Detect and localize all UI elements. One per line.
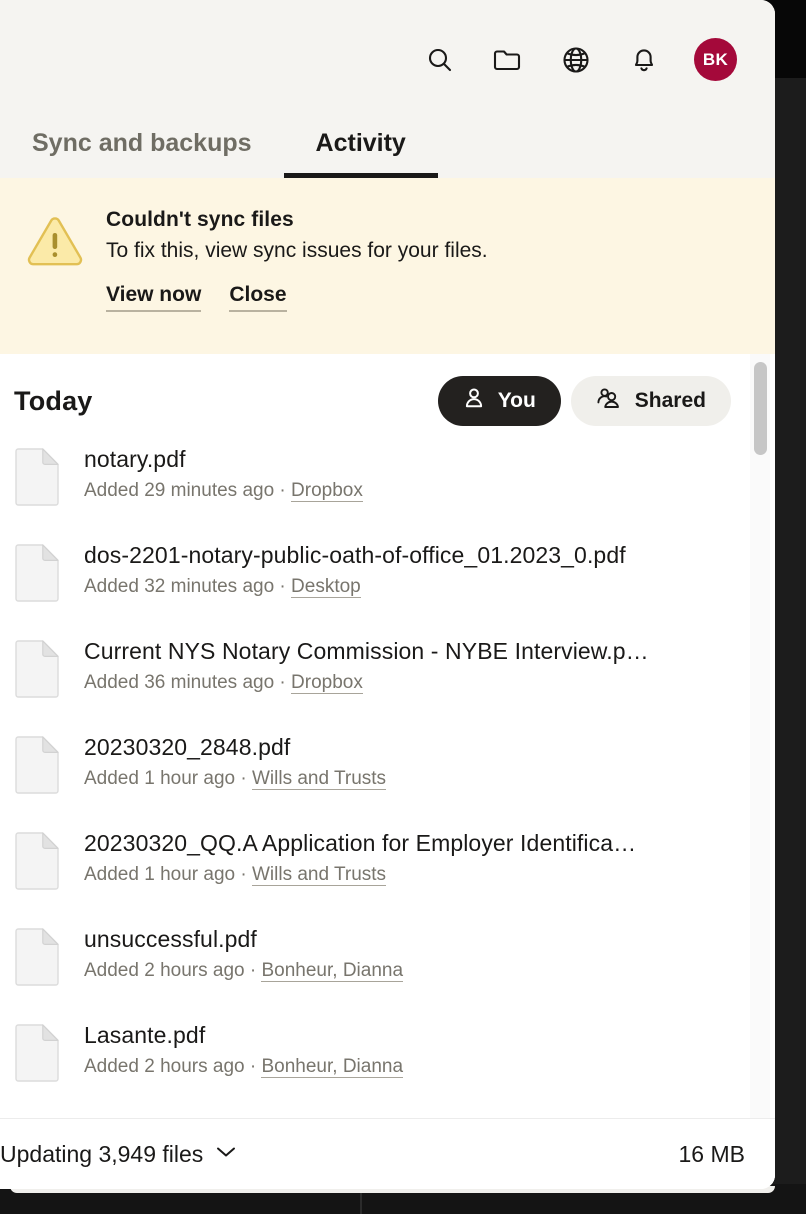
file-activity-info: 20230320_QQ.A Application for Employer I…: [84, 824, 636, 886]
people-icon: [596, 387, 622, 415]
file-document-icon: [14, 1024, 60, 1087]
banner-body: Couldn't sync files To fix this, view sy…: [106, 206, 488, 312]
banner-description: To fix this, view sync issues for your f…: [106, 239, 488, 262]
file-document-icon: [14, 736, 60, 799]
file-meta-separator: ·: [274, 576, 292, 597]
file-activity-row[interactable]: unsuccessful.pdf Added 2 hours ago · Bonh…: [14, 920, 775, 1016]
status-transfer-size: 16 MB: [678, 1140, 745, 1167]
globe-icon[interactable]: [561, 45, 591, 75]
activity-section: Today You Shared notary.pdf Added 29 min…: [0, 354, 775, 1184]
file-name: notary.pdf: [84, 446, 186, 472]
view-now-link[interactable]: View now: [106, 283, 202, 312]
activity-scrollbar-thumb[interactable]: [754, 362, 767, 455]
file-location-link[interactable]: Wills and Trusts: [251, 864, 387, 886]
file-meta-separator: ·: [274, 480, 292, 501]
file-activity-row[interactable]: 20230320_QQ.A Application for Employer I…: [14, 824, 775, 920]
file-meta: Added 1 hour ago · Wills and Trusts: [84, 768, 387, 790]
file-name: 20230320_2848.pdf: [84, 734, 291, 760]
file-document-icon: [14, 928, 60, 991]
file-meta: Added 32 minutes ago · Desktop: [84, 576, 626, 598]
file-added-time: Added 1 hour ago: [84, 768, 236, 789]
filter-you-label: You: [497, 389, 536, 412]
file-name: dos-2201-notary-public-oath-of-office_01…: [84, 542, 626, 568]
file-meta: Added 36 minutes ago · Dropbox: [84, 672, 649, 694]
file-activity-info: 20230320_2848.pdf Added 1 hour ago · Will…: [84, 728, 387, 790]
tab-sync-and-backups-label: Sync and backups: [32, 129, 252, 157]
chevron-down-icon[interactable]: [215, 1145, 237, 1164]
activity-filter-group: You Shared: [437, 376, 731, 426]
tab-activity-label: Activity: [315, 129, 406, 157]
file-activity-info: Lasante.pdf Added 2 hours ago · Bonheur, …: [84, 1016, 404, 1078]
file-activity-row[interactable]: Current NYS Notary Commission - NYBE Int…: [14, 632, 775, 728]
file-activity-info: Current NYS Notary Commission - NYBE Int…: [84, 632, 649, 694]
person-icon: [463, 387, 485, 415]
sync-error-banner: Couldn't sync files To fix this, view sy…: [0, 178, 775, 354]
banner-title: Couldn't sync files: [106, 208, 294, 231]
file-name: Current NYS Notary Commission - NYBE Int…: [84, 638, 649, 664]
file-meta: Added 2 hours ago · Bonheur, Dianna: [84, 1056, 404, 1078]
close-banner-link[interactable]: Close: [229, 283, 287, 312]
file-meta-separator: ·: [235, 864, 252, 885]
file-added-time: Added 1 hour ago: [84, 864, 236, 885]
folder-icon[interactable]: [493, 45, 523, 75]
file-added-time: Added 2 hours ago: [84, 1056, 245, 1077]
avatar-initials: BK: [702, 49, 729, 69]
avatar[interactable]: BK: [694, 38, 737, 81]
banner-actions: View now Close: [106, 283, 488, 312]
file-meta-separator: ·: [235, 768, 252, 789]
filter-you-button[interactable]: You: [437, 376, 561, 426]
file-added-time: Added 32 minutes ago: [84, 576, 275, 597]
filter-shared-button[interactable]: Shared: [570, 376, 731, 426]
file-added-time: Added 2 hours ago: [84, 960, 245, 981]
file-location-link[interactable]: Bonheur, Dianna: [261, 1056, 404, 1078]
file-activity-row[interactable]: Lasante.pdf Added 2 hours ago · Bonheur, …: [14, 1016, 775, 1112]
file-location-link[interactable]: Bonheur, Dianna: [261, 960, 404, 982]
file-meta: Added 29 minutes ago · Dropbox: [84, 480, 363, 502]
file-activity-info: notary.pdf Added 29 minutes ago · Dropbox: [84, 440, 363, 502]
file-activity-row[interactable]: dos-2201-notary-public-oath-of-office_01…: [14, 536, 775, 632]
panel-header: BK Sync and backups Activity: [0, 0, 775, 178]
file-document-icon: [14, 448, 60, 511]
header-tabs: Sync and backups Activity: [0, 108, 439, 178]
file-activity-info: unsuccessful.pdf Added 2 hours ago · Bonh…: [84, 920, 404, 982]
search-icon[interactable]: [425, 45, 455, 75]
filter-shared-label: Shared: [634, 389, 706, 412]
file-meta-separator: ·: [244, 960, 262, 981]
file-meta: Added 2 hours ago · Bonheur, Dianna: [84, 960, 404, 982]
file-location-link[interactable]: Dropbox: [291, 672, 363, 694]
status-bar: Updating 3,949 files 16 MB: [0, 1118, 775, 1189]
file-location-link[interactable]: Desktop: [291, 576, 361, 598]
file-activity-row[interactable]: 20230320_2848.pdf Added 1 hour ago · Will…: [14, 728, 775, 824]
file-name: unsuccessful.pdf: [84, 926, 257, 952]
file-meta-separator: ·: [244, 1056, 262, 1077]
file-location-link[interactable]: Dropbox: [291, 480, 363, 502]
file-document-icon: [14, 832, 60, 895]
file-document-icon: [14, 640, 60, 703]
file-location-link[interactable]: Wills and Trusts: [251, 768, 387, 790]
tab-sync-and-backups[interactable]: Sync and backups: [0, 129, 284, 178]
activity-header-row: Today You Shared: [0, 354, 775, 440]
dropbox-activity-panel: BK Sync and backups Activity Couldn't sy…: [0, 0, 775, 1189]
file-added-time: Added 29 minutes ago: [84, 480, 275, 501]
activity-file-list: notary.pdf Added 29 minutes ago · Dropbox…: [0, 440, 775, 1112]
warning-triangle-icon: [26, 216, 84, 273]
file-meta-separator: ·: [274, 672, 292, 693]
file-activity-info: dos-2201-notary-public-oath-of-office_01…: [84, 536, 626, 598]
activity-section-title: Today: [14, 385, 93, 416]
status-updating-toggle[interactable]: Updating 3,949 files: [0, 1141, 237, 1168]
file-document-icon: [14, 544, 60, 607]
status-updating-text: Updating 3,949 files: [0, 1140, 204, 1167]
file-added-time: Added 36 minutes ago: [84, 672, 275, 693]
file-activity-row[interactable]: notary.pdf Added 29 minutes ago · Dropbox: [14, 440, 775, 536]
bell-icon[interactable]: [629, 45, 659, 75]
header-icon-bar: BK: [425, 38, 737, 81]
file-name: Lasante.pdf: [84, 1022, 206, 1048]
tab-activity[interactable]: Activity: [283, 129, 439, 178]
file-meta: Added 1 hour ago · Wills and Trusts: [84, 864, 636, 886]
file-name: 20230320_QQ.A Application for Employer I…: [84, 830, 637, 856]
activity-scrollbar[interactable]: [750, 354, 770, 1124]
